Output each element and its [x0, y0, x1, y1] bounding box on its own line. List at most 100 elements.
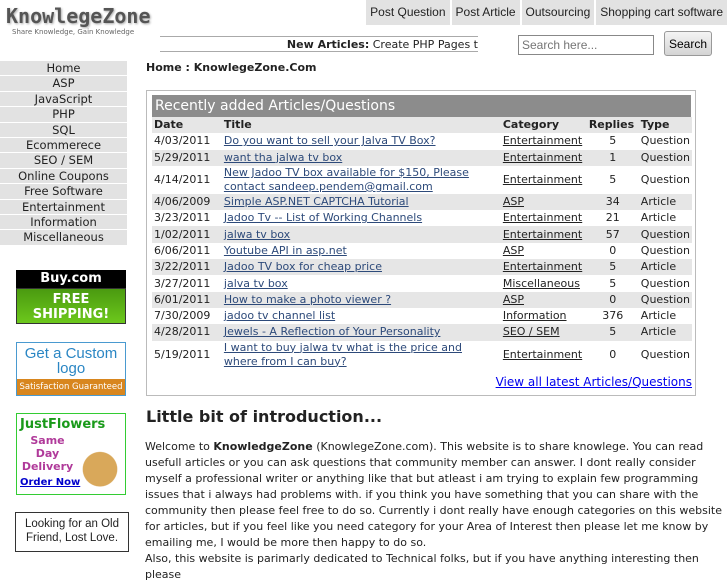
- row-category-link[interactable]: Entertainment: [503, 211, 582, 224]
- panel-title: Recently added Articles/Questions: [152, 95, 691, 117]
- row-type: Question: [640, 292, 690, 306]
- row-category-link[interactable]: Entertainment: [503, 134, 582, 147]
- row-date: 6/06/2011: [154, 243, 211, 257]
- row-title-link[interactable]: How to make a photo viewer ?: [224, 293, 391, 306]
- row-type: Question: [640, 347, 690, 361]
- row-replies: 5: [609, 134, 617, 148]
- site-logo[interactable]: KnowlegeZone Share Knowledge, Gain Knowl…: [6, 4, 151, 36]
- intro-text: Welcome to KnowledgeZone (KnowlegeZone.c…: [145, 439, 727, 583]
- sidebar-item-information[interactable]: Information: [0, 214, 127, 231]
- nav-shopping-cart[interactable]: Shopping cart software: [596, 0, 727, 25]
- row-date: 3/23/2011: [154, 211, 211, 225]
- sidebar-item-php[interactable]: PHP: [0, 107, 127, 123]
- sidebar-item-online-coupons[interactable]: Online Coupons: [0, 168, 127, 185]
- sidebar-item-seo-sem[interactable]: SEO / SEM: [0, 153, 127, 169]
- ad-buy-top: Buy.com: [16, 270, 126, 288]
- row-title-link[interactable]: jalva tv box: [224, 277, 288, 290]
- sidebar-item-entertainment[interactable]: Entertainment: [0, 199, 127, 215]
- row-category-link[interactable]: Entertainment: [503, 228, 582, 241]
- row-replies: 5: [609, 276, 617, 290]
- col-type: Type: [640, 118, 670, 132]
- row-category-link[interactable]: ASP: [503, 293, 524, 306]
- ticker-text: Create PHP Pages t: [372, 38, 478, 51]
- row-replies: 34: [605, 195, 620, 209]
- sidebar-item-free-software[interactable]: Free Software: [0, 184, 127, 200]
- row-replies: 57: [605, 227, 620, 241]
- sidebar-item-asp[interactable]: ASP: [0, 76, 127, 92]
- top-nav: Post Question Post Article Outsourcing S…: [366, 0, 727, 25]
- col-date: Date: [154, 118, 184, 132]
- sidebar-item-ecommerece[interactable]: Ecommerece: [0, 137, 127, 154]
- new-articles-ticker[interactable]: New Articles: Create PHP Pages t: [160, 36, 478, 52]
- row-title-link[interactable]: Youtube API in asp.net: [224, 244, 347, 257]
- ad-logo-top: Get a Custom logo: [24, 345, 118, 377]
- sidebar-item-javascript[interactable]: JavaScript: [0, 91, 127, 108]
- col-replies: Replies: [588, 118, 635, 132]
- row-type: Question: [640, 276, 690, 290]
- table-row: 3/27/2011 jalva tv box Miscellaneous 5 Q…: [152, 275, 692, 291]
- recent-table: Date Title Category Replies Type 4/03/20…: [152, 117, 692, 369]
- logo-tagline: Share Knowledge, Gain Knowledge: [12, 28, 135, 36]
- row-type: Question: [640, 150, 690, 164]
- row-category-link[interactable]: ASP: [503, 244, 524, 257]
- row-category-link[interactable]: Entertainment: [503, 260, 582, 273]
- ad-buy-bottom: FREE SHIPPING!: [16, 288, 126, 324]
- ad-custom-logo[interactable]: Get a Custom logo Satisfaction Guarantee…: [16, 342, 126, 396]
- table-row: 4/14/2011 New Jadoo TV box available for…: [152, 166, 692, 194]
- sidebar: Home ASP JavaScript PHP SQL Ecommerece SEO / S…: [0, 61, 127, 246]
- row-type: Question: [640, 243, 690, 257]
- row-title-link[interactable]: Simple ASP.NET CAPTCHA Tutorial: [224, 195, 409, 208]
- row-title-link[interactable]: jadoo tv channel list: [224, 309, 335, 322]
- nav-post-article[interactable]: Post Article: [451, 0, 520, 25]
- row-title-link[interactable]: I want to buy jalwa tv what is the price…: [224, 341, 462, 368]
- ad-buy-com[interactable]: Buy.com FREE SHIPPING!: [16, 270, 126, 324]
- nav-post-question[interactable]: Post Question: [366, 0, 450, 25]
- row-date: 7/30/2009: [154, 309, 211, 323]
- row-category-link[interactable]: Entertainment: [503, 348, 582, 361]
- row-category-link[interactable]: ASP: [503, 195, 524, 208]
- row-category-link[interactable]: Entertainment: [503, 173, 582, 186]
- view-all-link[interactable]: View all latest Articles/Questions: [496, 375, 692, 389]
- row-title-link[interactable]: jalwa tv box: [224, 228, 290, 241]
- table-row: 5/29/2011 want tha jalwa tv box Entertai…: [152, 149, 692, 166]
- table-header: Date Title Category Replies Type: [152, 117, 692, 134]
- ad-just-flowers[interactable]: JustFlowers Same Day Delivery Order Now: [16, 413, 126, 495]
- row-title-link[interactable]: want tha jalwa tv box: [224, 151, 342, 164]
- row-date: 3/27/2011: [154, 276, 211, 290]
- row-title-link[interactable]: Jadoo TV box for cheap price: [224, 260, 382, 273]
- row-replies: 5: [609, 172, 617, 186]
- row-title-link[interactable]: Jadoo Tv -- List of Working Channels: [224, 211, 422, 224]
- table-row: 4/28/2011 Jewels - A Reflection of Your …: [152, 324, 692, 341]
- row-type: Question: [640, 227, 690, 241]
- ad-logo-bottom: Satisfaction Guaranteed: [17, 379, 125, 395]
- row-category-link[interactable]: Miscellaneous: [503, 277, 580, 290]
- row-title-link[interactable]: New Jadoo TV box available for $150, Ple…: [224, 166, 469, 193]
- nav-outsourcing[interactable]: Outsourcing: [521, 0, 595, 25]
- sidebar-item-sql[interactable]: SQL: [0, 122, 127, 138]
- breadcrumb: Home : KnowlegeZone.Com: [146, 61, 317, 74]
- row-category-link[interactable]: Information: [503, 309, 567, 322]
- row-type: Question: [640, 134, 690, 148]
- row-date: 1/02/2011: [154, 227, 211, 241]
- table-row: 4/06/2009 Simple ASP.NET CAPTCHA Tutoria…: [152, 193, 692, 211]
- row-replies: 0: [609, 292, 617, 306]
- row-date: 5/19/2011: [154, 347, 211, 361]
- row-type: Question: [640, 172, 690, 186]
- search-input[interactable]: [518, 35, 654, 55]
- row-category-link[interactable]: SEO / SEM: [503, 325, 560, 338]
- recent-articles-panel: Recently added Articles/Questions Date T…: [146, 90, 696, 396]
- sidebar-item-miscellaneous[interactable]: Miscellaneous: [0, 230, 127, 246]
- intro-text-pre: Welcome to: [145, 440, 214, 453]
- row-category-link[interactable]: Entertainment: [503, 151, 582, 164]
- intro-text-p2: Also, this website is parimarly dedicate…: [145, 552, 699, 581]
- search-button[interactable]: Search: [664, 31, 712, 56]
- row-date: 4/14/2011: [154, 172, 211, 186]
- row-title-link[interactable]: Do you want to sell your Jalva TV Box?: [224, 134, 436, 147]
- table-row: 3/23/2011 Jadoo Tv -- List of Working Ch…: [152, 210, 692, 226]
- sidebar-item-home[interactable]: Home: [0, 61, 127, 77]
- row-title-link[interactable]: Jewels - A Reflection of Your Personalit…: [224, 325, 441, 338]
- row-date: 4/28/2011: [154, 325, 211, 339]
- row-type: Article: [640, 211, 677, 225]
- table-row: 1/02/2011 jalwa tv box Entertainment 57 …: [152, 226, 692, 243]
- ad-old-friend[interactable]: Looking for an Old Friend, Lost Love.: [15, 512, 129, 552]
